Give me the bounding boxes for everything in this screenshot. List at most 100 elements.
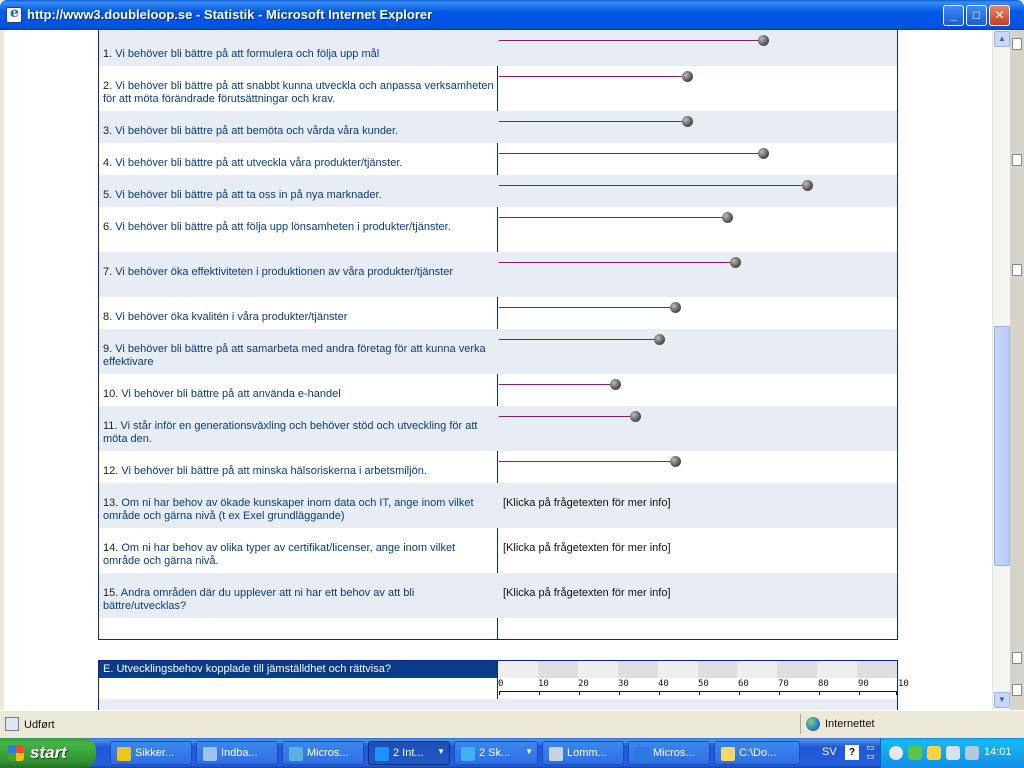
more-info-link[interactable]: [Klicka på frågetexten för mer info] (503, 497, 671, 509)
question-text[interactable]: 6. Vi behöver bli bättre på att följa up… (103, 221, 495, 234)
question-row: 3. Vi behöver bli bättre på att bemöta o… (99, 111, 897, 143)
messenger-tray-icon[interactable] (927, 746, 941, 760)
result-marker (682, 116, 693, 127)
taskbar-item-label: 2 Sk... (479, 747, 511, 759)
taskbar: start Sikker... Indba... Micros... 2 Int...… (0, 738, 1024, 768)
back-icon[interactable] (889, 746, 903, 760)
section-e-heading[interactable]: E. Utvecklingsbehov kopplade till jämstä… (99, 661, 497, 678)
question-label[interactable]: Andra områden där du upplever att ni har… (103, 587, 414, 612)
result-marker (630, 411, 641, 422)
result-marker (682, 71, 693, 82)
result-bar (499, 185, 807, 186)
result-marker (670, 302, 681, 313)
network-tray-icon[interactable] (946, 746, 960, 760)
more-info-link[interactable]: [Klicka på frågetexten för mer info] (503, 542, 671, 554)
question-label[interactable]: Vi behöver bli bättre på att snabbt kunn… (103, 80, 494, 105)
dock-icon[interactable]: ▭ ▭ (866, 743, 878, 761)
app-icon (117, 747, 131, 761)
question-text[interactable]: 12. Vi behöver bli bättre på att minska … (103, 465, 495, 478)
question-text[interactable]: 5. Vi behöver bli bättre på att ta oss i… (103, 189, 495, 202)
vertical-scrollbar[interactable]: ▲ ▼ (992, 30, 1010, 710)
maximize-button[interactable]: □ (966, 5, 987, 26)
question-label[interactable]: Vi behöver bli bättre på att minska häls… (121, 465, 427, 477)
app-icon (203, 747, 217, 761)
question-label[interactable]: Vi behöver bli bättre på att följa upp l… (115, 221, 451, 233)
question-text[interactable]: 2. Vi behöver bli bättre på att snabbt k… (103, 80, 495, 106)
question-text[interactable]: 3. Vi behöver bli bättre på att bemöta o… (103, 125, 495, 138)
question-label[interactable]: Vi behöver öka kvalitén i våra produkter… (115, 311, 347, 323)
scroll-thumb[interactable] (994, 326, 1010, 566)
security-tray-icon[interactable] (908, 746, 922, 760)
question-label[interactable]: Om ni har behov av ökade kunskaper inom … (103, 497, 474, 522)
question-text[interactable]: 9. Vi behöver bli bättre på att samarbet… (103, 343, 495, 369)
page-content: 1. Vi behöver bli bättre på att formuler… (4, 30, 992, 710)
language-indicator[interactable]: SV (822, 746, 837, 758)
taskbar-item[interactable]: Sikker... (110, 741, 192, 765)
result-marker (610, 379, 621, 390)
question-text[interactable]: 7. Vi behöver öka effektiviteten i produ… (103, 266, 495, 279)
scroll-up-arrow[interactable]: ▲ (994, 31, 1010, 47)
taskbar-item-label: C:\Do... (739, 747, 777, 759)
minimize-button[interactable]: _ (943, 5, 964, 26)
result-marker (670, 456, 681, 467)
question-label[interactable]: Vi står inför en generationsväxling och … (103, 420, 477, 445)
question-label[interactable]: Vi behöver bli bättre på att formulera o… (115, 48, 379, 60)
taskbar-item[interactable]: Lomm... (542, 741, 624, 765)
tick-label: 30 (618, 679, 629, 689)
question-text[interactable]: 4. Vi behöver bli bättre på att utveckla… (103, 157, 495, 170)
question-label[interactable]: Vi behöver bli bättre på att utveckla vå… (115, 157, 402, 169)
question-label[interactable]: Vi behöver bli bättre på att använda e-h… (121, 388, 340, 400)
question-text[interactable]: 1. Vi behöver bli bättre på att formuler… (103, 48, 495, 61)
question-row: 15. Andra områden där du upplever att ni… (99, 573, 897, 618)
question-row: 4. Vi behöver bli bättre på att utveckla… (99, 143, 897, 175)
windows-flag-icon (8, 745, 24, 761)
start-button[interactable]: start (0, 738, 96, 768)
clock[interactable]: 14:01 (984, 746, 1012, 758)
question-row: 10. Vi behöver bli bättre på att använda… (99, 374, 897, 406)
result-marker (654, 334, 665, 345)
tick-mark (539, 691, 540, 695)
question-label[interactable]: Om ni har behov av olika typer av certif… (103, 542, 455, 567)
question-label[interactable]: Vi behöver bli bättre på att samarbeta m… (103, 343, 486, 368)
question-text[interactable]: 11. Vi står inför en generationsväxling … (103, 420, 495, 446)
question-number: 4. (103, 157, 113, 169)
taskbar-item[interactable]: Micros... (282, 741, 364, 765)
question-number: 15. (103, 587, 119, 599)
taskbar-item[interactable]: Indba... (196, 741, 278, 765)
close-button[interactable]: ✕ (989, 5, 1010, 26)
taskbar-item[interactable]: 2 Sk... ▼ (454, 741, 538, 765)
question-label[interactable]: Vi behöver bli bättre på att bemöta och … (115, 125, 398, 137)
tick-label: 20 (578, 679, 589, 689)
question-text[interactable]: 14. Om ni har behov av olika typer av ce… (103, 542, 495, 568)
page-icon (5, 717, 19, 731)
taskbar-item[interactable]: Micros... (628, 741, 710, 765)
question-text[interactable]: 13. Om ni har behov av ökade kunskaper i… (103, 497, 495, 523)
question-number: 11. (103, 420, 118, 432)
tick-mark (659, 691, 660, 695)
app-icon (549, 747, 563, 761)
taskbar-item[interactable]: 2 Int... ▼ (368, 741, 450, 765)
volume-tray-icon[interactable] (965, 746, 979, 760)
question-number: 6. (103, 221, 113, 233)
group-caret-icon: ▼ (437, 747, 445, 756)
question-label[interactable]: Vi behöver öka effektiviteten i produkti… (115, 266, 453, 278)
outer-window-edge (1010, 30, 1024, 710)
question-label[interactable]: Vi behöver bli bättre på att ta oss in p… (115, 189, 381, 201)
question-number: 10. (103, 388, 119, 400)
result-marker (722, 212, 733, 223)
result-bar (499, 217, 727, 218)
tick-label: 90 (858, 679, 869, 689)
axis-line (499, 691, 897, 692)
more-info-link[interactable]: [Klicka på frågetexten för mer info] (503, 587, 671, 599)
scroll-down-arrow[interactable]: ▼ (994, 692, 1010, 708)
result-bar (499, 461, 675, 462)
help-icon[interactable]: ? (845, 745, 859, 760)
outer-scroll-marker-icon (1012, 154, 1022, 166)
question-row: 5. Vi behöver bli bättre på att ta oss i… (99, 175, 897, 207)
question-text[interactable]: 15. Andra områden där du upplever att ni… (103, 587, 495, 613)
question-text[interactable]: 8. Vi behöver öka kvalitén i våra produk… (103, 311, 495, 324)
tick-mark (499, 691, 500, 695)
taskbar-item[interactable]: C:\Do... (714, 741, 800, 765)
tick-mark (619, 691, 620, 695)
question-text[interactable]: 10. Vi behöver bli bättre på att använda… (103, 388, 495, 401)
